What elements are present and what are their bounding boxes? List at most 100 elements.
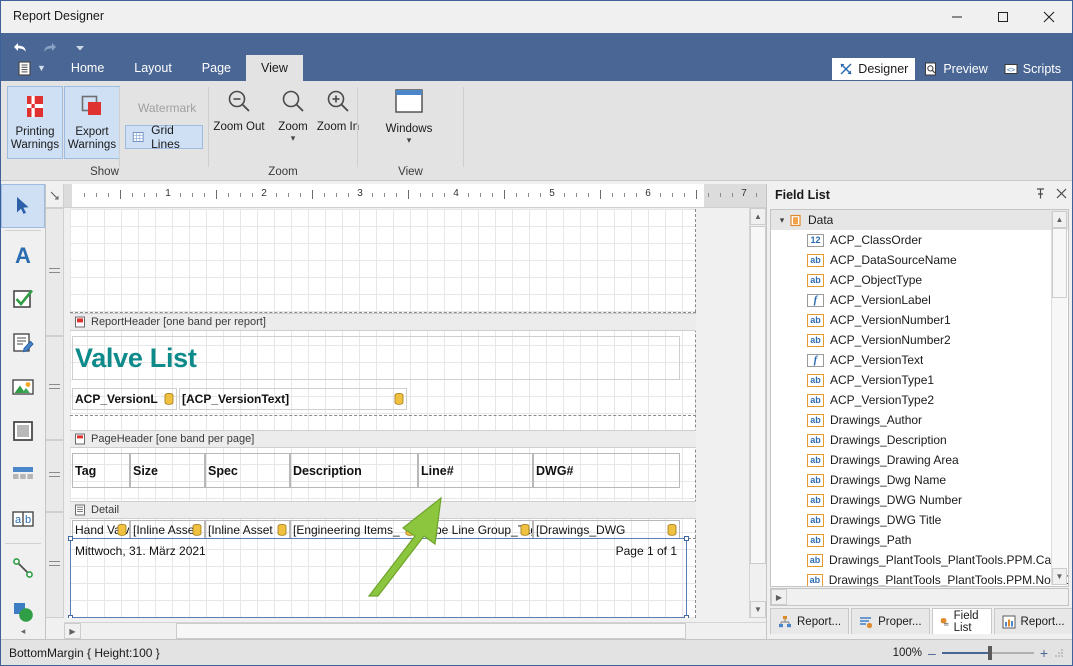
scroll-up-button[interactable]: ▲ xyxy=(750,208,766,225)
scroll-down-button[interactable]: ▼ xyxy=(750,601,766,618)
zoom-decrease-button[interactable]: – xyxy=(928,645,936,661)
tab-home[interactable]: Home xyxy=(56,55,119,81)
minimize-button[interactable] xyxy=(934,1,980,33)
checkbox-tool[interactable] xyxy=(1,277,45,321)
rich-text-tool[interactable] xyxy=(1,321,45,365)
canvas-vertical-scrollbar[interactable]: ▲ ▼ xyxy=(749,208,766,618)
pointer-tool[interactable] xyxy=(1,184,45,228)
file-menu-button[interactable]: ▼ xyxy=(7,55,56,81)
character-comb-tool[interactable]: a b xyxy=(1,497,45,541)
field-list-item[interactable]: ab ACP_VersionType2 xyxy=(771,390,1068,410)
version-label-control[interactable]: ACP_VersionL xyxy=(72,388,177,410)
field-list-item[interactable]: 12 ACP_ClassOrder xyxy=(771,230,1068,250)
windows-chevron-down-icon[interactable]: ▾ xyxy=(407,136,412,145)
close-button[interactable] xyxy=(1026,1,1072,33)
column-header-cell[interactable]: Description xyxy=(290,453,418,488)
column-header-cell[interactable]: Tag xyxy=(72,453,130,488)
field-list-item[interactable]: ab Drawings_Drawing Area xyxy=(771,450,1068,470)
maximize-button[interactable] xyxy=(980,1,1026,33)
column-header-cell[interactable]: Line# xyxy=(418,453,533,488)
field-list-item[interactable]: ab Drawings_PlantTools_PlantTools.PPM.Nod… xyxy=(771,570,1068,586)
footer-date-label[interactable]: Mittwoch, 31. März 2021 xyxy=(72,541,252,560)
field-list-horizontal-scrollbar[interactable]: ◀ ▶ xyxy=(770,588,1069,606)
windows-button[interactable]: Windows ▾ xyxy=(372,87,446,145)
band-marker-detail[interactable] xyxy=(46,512,63,618)
pin-icon[interactable] xyxy=(1034,187,1047,203)
line-tool[interactable] xyxy=(1,546,45,590)
field-list-item[interactable]: ab Drawings_Dwg Name xyxy=(771,470,1068,490)
detail-field-cell[interactable]: [Engineering Items_ xyxy=(290,520,418,539)
field-list-root-node[interactable]: ▾ Data xyxy=(771,210,1068,230)
mode-preview[interactable]: Preview xyxy=(917,58,994,80)
mode-designer[interactable]: Designer xyxy=(832,58,916,80)
field-list-item[interactable]: f ACP_VersionLabel xyxy=(771,290,1068,310)
zoom-chevron-down-icon[interactable]: ▾ xyxy=(291,134,296,143)
field-list-tree[interactable]: ▾ Data 12 ACP_ClassOrder ab ACP_DataSourceN… xyxy=(770,209,1069,587)
tab-report-explorer[interactable]: Report... xyxy=(770,608,850,634)
panel-tool[interactable] xyxy=(1,409,45,453)
band-header-report-header[interactable]: ReportHeader [one band per report] xyxy=(70,313,696,331)
detail-field-cell[interactable]: [Pipe Line Group_Tag xyxy=(418,520,533,539)
band-marker-report-header[interactable] xyxy=(46,336,63,440)
horizontal-ruler[interactable]: 1 2 3 4 5 6 7 xyxy=(64,184,766,208)
canvas-horizontal-scrollbar[interactable]: ◀ ▶ xyxy=(64,622,766,639)
band-header-page-header[interactable]: PageHeader [one band per page] xyxy=(70,430,696,448)
field-scroll-down-button[interactable]: ▼ xyxy=(1052,568,1067,585)
vertical-ruler[interactable] xyxy=(46,208,64,618)
field-list-item[interactable]: f ACP_VersionText xyxy=(771,350,1068,370)
label-tool[interactable]: A xyxy=(1,233,45,277)
field-hscroll-right-button[interactable]: ▶ xyxy=(771,589,787,605)
toolbox-collapse-button[interactable]: ◂ xyxy=(1,626,45,637)
printing-warnings-button[interactable]: Printing Warnings xyxy=(7,86,63,159)
mode-scripts[interactable]: <> Scripts xyxy=(997,58,1068,80)
close-icon[interactable] xyxy=(1055,187,1068,203)
tab-layout[interactable]: Layout xyxy=(119,55,187,81)
zoom-out-button[interactable]: Zoom Out xyxy=(213,87,265,133)
field-scroll-thumb[interactable] xyxy=(1052,228,1067,298)
field-scroll-up-button[interactable]: ▲ xyxy=(1052,211,1067,228)
vertical-scroll-thumb[interactable] xyxy=(750,226,766,564)
tab-page[interactable]: Page xyxy=(187,55,246,81)
version-text-control[interactable]: [ACP_VersionText] xyxy=(179,388,407,410)
field-list-item[interactable]: ab Drawings_PlantTools_PlantTools.PPM.Cat… xyxy=(771,550,1068,570)
field-list-item[interactable]: ab ACP_VersionNumber2 xyxy=(771,330,1068,350)
band-header-detail[interactable]: Detail xyxy=(70,501,696,519)
column-header-cell[interactable]: Spec xyxy=(205,453,290,488)
table-tool[interactable] xyxy=(1,453,45,497)
chevron-down-icon[interactable]: ▾ xyxy=(775,215,789,226)
detail-field-cell[interactable]: [Inline Asse xyxy=(130,520,205,539)
tab-view[interactable]: View xyxy=(246,55,303,81)
column-header-cell[interactable]: DWG# xyxy=(533,453,680,488)
field-list-item[interactable]: ab ACP_DataSourceName xyxy=(771,250,1068,270)
field-list-item[interactable]: ab ACP_VersionNumber1 xyxy=(771,310,1068,330)
scroll-right-button[interactable]: ▶ xyxy=(64,623,81,639)
field-list-item[interactable]: ab Drawings_Author xyxy=(771,410,1068,430)
grid-lines-button[interactable]: Grid Lines xyxy=(125,123,203,151)
field-list-item[interactable]: ab Drawings_DWG Number xyxy=(771,490,1068,510)
band-marker-page-header[interactable] xyxy=(46,440,63,512)
resize-grip-icon[interactable] xyxy=(1054,648,1064,658)
field-list-item[interactable]: ab Drawings_Path xyxy=(771,530,1068,550)
field-list-item[interactable]: ab Drawings_DWG Title xyxy=(771,510,1068,530)
report-title-label[interactable]: Valve List xyxy=(72,336,680,380)
field-list-item[interactable]: ab ACP_VersionType1 xyxy=(771,370,1068,390)
report-page[interactable]: ReportHeader [one band per report] Valve… xyxy=(68,209,696,618)
field-list-scrollbar[interactable]: ▲ ▼ xyxy=(1051,211,1067,585)
zoom-increase-button[interactable]: + xyxy=(1040,645,1048,661)
zoom-slider[interactable] xyxy=(941,646,1034,660)
horizontal-scroll-thumb[interactable] xyxy=(176,623,686,639)
tab-report-gallery[interactable]: Report... xyxy=(993,608,1072,634)
band-marker-top-margin[interactable] xyxy=(46,208,63,336)
footer-page-label[interactable]: Page 1 of 1 xyxy=(570,541,680,560)
column-header-cell[interactable]: Size xyxy=(130,453,205,488)
export-warnings-button[interactable]: Export Warnings xyxy=(64,86,120,159)
detail-field-cell[interactable]: Hand Valv xyxy=(72,520,130,539)
detail-field-cell[interactable]: [Drawings_DWG xyxy=(533,520,680,539)
picture-box-tool[interactable] xyxy=(1,365,45,409)
report-canvas[interactable]: ReportHeader [one band per report] Valve… xyxy=(65,209,747,618)
field-list-item[interactable]: ab Drawings_Description xyxy=(771,430,1068,450)
tab-properties[interactable]: Proper... xyxy=(851,608,930,634)
detail-field-cell[interactable]: [Inline Asset xyxy=(205,520,290,539)
field-list-item[interactable]: ab ACP_ObjectType xyxy=(771,270,1068,290)
tab-field-list[interactable]: Field List xyxy=(931,608,992,634)
